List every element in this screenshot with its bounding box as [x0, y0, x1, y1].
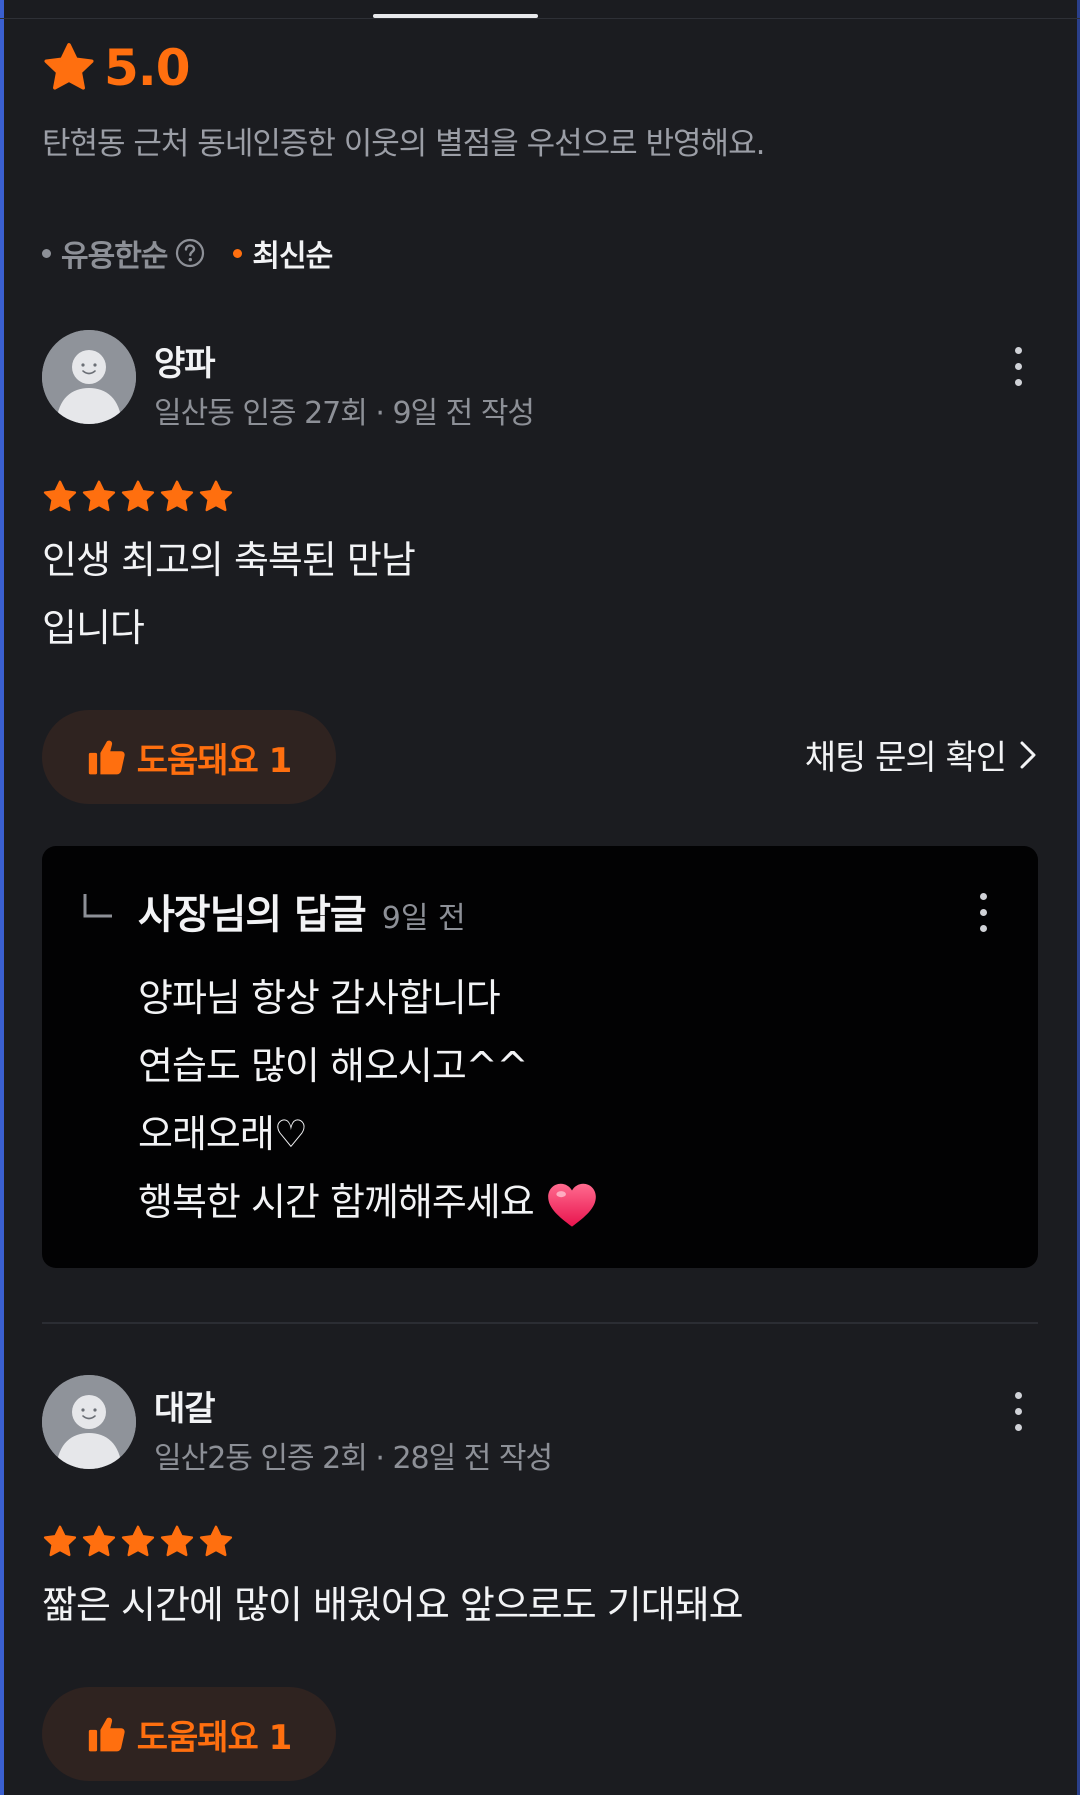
chat-inquiry-label: 채팅 문의 확인 — [804, 738, 1007, 778]
reviewer-name[interactable]: 양파 — [154, 336, 216, 385]
reply-line-last: 행복한 시간 함께해주세요 — [138, 1168, 598, 1236]
star-icon — [43, 480, 77, 512]
star-icon — [121, 480, 155, 512]
kebab-menu-icon[interactable] — [998, 1381, 1038, 1441]
reply-line: 연습도 많이 해오시고^^ — [138, 1044, 528, 1088]
star-icon — [160, 1525, 194, 1557]
rating-value: 5.0 — [104, 39, 191, 97]
reviewer-meta: 일산동 인증 27회 · 9일 전 작성 — [154, 396, 535, 431]
question-circle-icon[interactable] — [175, 238, 205, 268]
review-text: 인생 최고의 축복된 만남 입니다 — [42, 538, 416, 650]
review-item: 대갈 일산2동 인증 2회 · 28일 전 작성 짧은 시간에 많이 배웠어요 … — [42, 1375, 1038, 1795]
sort-latest-label: 최신순 — [252, 239, 333, 274]
helpful-button[interactable]: 도움돼요 1 — [42, 1687, 336, 1781]
review-stars — [42, 1525, 234, 1559]
kebab-menu-icon[interactable] — [968, 884, 998, 940]
tab-divider — [0, 18, 1080, 19]
chevron-right-icon — [1020, 741, 1036, 768]
default-avatar-icon[interactable] — [42, 1375, 136, 1469]
reviewer-name[interactable]: 대갈 — [154, 1381, 216, 1430]
star-icon — [42, 42, 96, 94]
review-divider — [42, 1322, 1038, 1324]
rating-description: 탄현동 근처 동네인증한 이웃의 별점을 우선으로 반영해요. — [42, 126, 765, 162]
rating-summary: 5.0 — [42, 38, 191, 98]
helpful-label: 도움돼요 1 — [136, 740, 293, 781]
star-icon — [121, 1525, 155, 1557]
star-icon — [82, 480, 116, 512]
reply-text: 양파님 항상 감사합니다 연습도 많이 해오시고^^ 오래오래♡ 행복한 시간 … — [138, 964, 598, 1236]
chat-inquiry-link[interactable]: 채팅 문의 확인 — [805, 730, 1038, 779]
reply-line: 양파님 항상 감사합니다 — [138, 976, 501, 1020]
helpful-button[interactable]: 도움돼요 1 — [42, 710, 336, 804]
sort-helpful-label: 유용한순 — [61, 239, 168, 274]
reply-header: 사장님의 답글 9일 전 — [138, 882, 466, 940]
sort-latest[interactable]: 최신순 — [233, 231, 333, 275]
star-icon — [199, 1525, 233, 1557]
reply-title: 사장님의 답글 — [138, 892, 367, 938]
sort-helpful[interactable]: 유용한순 — [42, 231, 205, 275]
sort-options: 유용한순 최신순 — [42, 230, 333, 276]
sort-dot — [233, 248, 243, 258]
reply-corner-icon — [83, 894, 112, 918]
star-icon — [199, 480, 233, 512]
reply-line-text: 행복한 시간 함께해주세요 — [138, 1180, 535, 1224]
thumbs-up-icon — [88, 740, 125, 775]
reply-time: 9일 전 — [381, 901, 466, 936]
review-text: 짧은 시간에 많이 배웠어요 앞으로도 기대돼요 — [42, 1583, 744, 1627]
reviewer-meta: 일산2동 인증 2회 · 28일 전 작성 — [154, 1441, 553, 1476]
kebab-menu-icon[interactable] — [998, 336, 1038, 396]
window-edge-left — [0, 0, 4, 1795]
star-icon — [82, 1525, 116, 1557]
default-avatar-icon[interactable] — [42, 330, 136, 424]
review-item: 양파 일산동 인증 27회 · 9일 전 작성 인생 최고의 축복된 만남 입니… — [42, 330, 1038, 1270]
owner-reply: 사장님의 답글 9일 전 양파님 항상 감사합니다 연습도 많이 해오시고^^ … — [42, 846, 1038, 1268]
star-icon — [43, 1525, 77, 1557]
helpful-label: 도움돼요 1 — [136, 1717, 293, 1758]
sort-dot — [42, 248, 51, 258]
reply-line: 오래오래♡ — [138, 1112, 308, 1156]
star-icon — [160, 480, 194, 512]
review-stars — [42, 480, 234, 514]
heart-icon — [547, 1183, 596, 1227]
active-tab-indicator — [373, 14, 538, 18]
thumbs-up-icon — [88, 1717, 125, 1752]
